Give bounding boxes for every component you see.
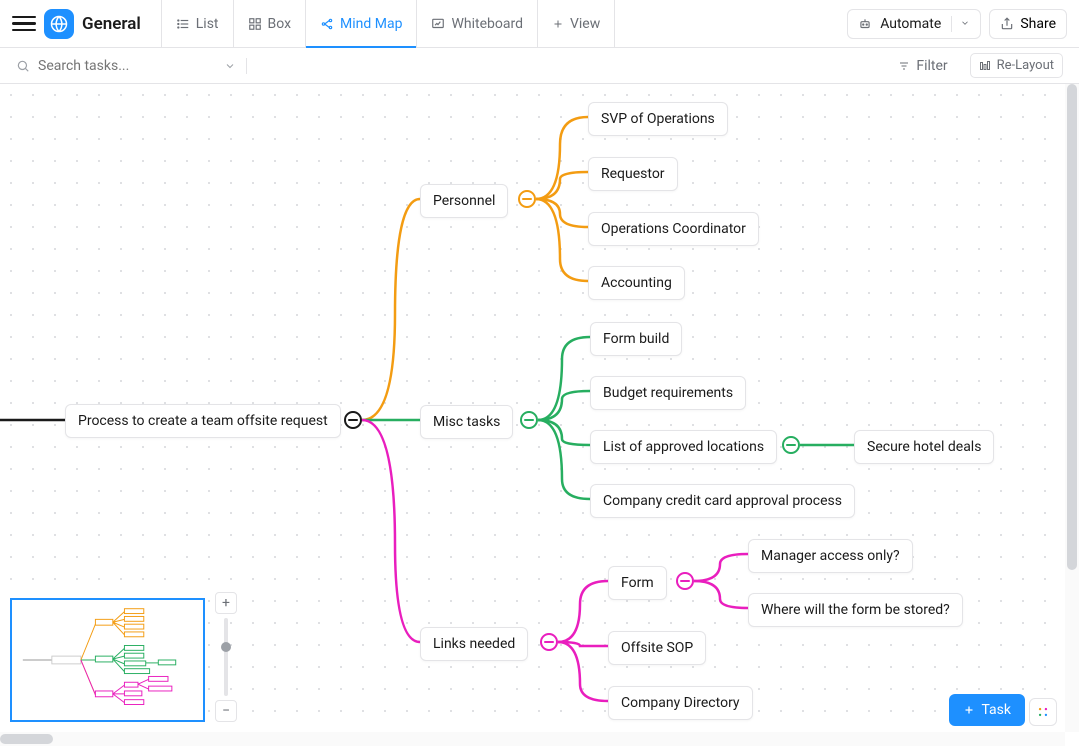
node-form-stored[interactable]: Where will the form be stored? [748, 593, 963, 627]
task-label: Task [981, 702, 1011, 718]
node-manager-access[interactable]: Manager access only? [748, 539, 913, 573]
zoom-controls: + − [215, 592, 237, 722]
search-box[interactable] [16, 58, 247, 74]
node-cc-approval[interactable]: Company credit card approval process [590, 484, 855, 518]
chevron-down-icon[interactable] [224, 60, 236, 72]
tab-whiteboard[interactable]: Whiteboard [417, 0, 538, 47]
sub-bar: Filter Re-Layout [0, 48, 1079, 84]
search-input[interactable] [38, 58, 216, 74]
tab-mindmap-label: Mind Map [340, 16, 402, 32]
connector-links[interactable] [540, 633, 558, 651]
tab-whiteboard-label: Whiteboard [451, 16, 523, 32]
workspace-icon[interactable] [44, 9, 74, 39]
zoom-out-button[interactable]: − [215, 700, 237, 722]
connector-form[interactable] [676, 572, 694, 590]
tab-add-view[interactable]: View [538, 0, 615, 47]
vertical-scrollbar[interactable] [1065, 84, 1079, 732]
tab-box-label: Box [268, 16, 292, 32]
apps-button[interactable] [1029, 698, 1057, 726]
node-misc[interactable]: Misc tasks [420, 405, 513, 439]
relayout-label: Re-Layout [997, 58, 1054, 73]
node-root[interactable]: Process to create a team offsite request [65, 404, 341, 438]
tab-mindmap[interactable]: Mind Map [306, 0, 417, 47]
mindmap-canvas[interactable]: Process to create a team offsite request… [0, 84, 1065, 746]
tab-box[interactable]: Box [234, 0, 307, 47]
filter-label: Filter [916, 58, 947, 74]
node-requestor[interactable]: Requestor [588, 157, 678, 191]
top-bar: General List Box Mind Map Whiteboard Vie… [0, 0, 1079, 48]
zoom-slider[interactable] [224, 618, 228, 696]
tab-view-label: View [570, 16, 600, 32]
view-tabs: List Box Mind Map Whiteboard View [161, 0, 615, 47]
node-accounting[interactable]: Accounting [588, 266, 685, 300]
automate-button[interactable]: Automate [847, 9, 981, 39]
zoom-handle[interactable] [221, 642, 231, 652]
automate-label: Automate [880, 16, 941, 32]
node-company-dir[interactable]: Company Directory [608, 686, 753, 720]
chevron-down-icon[interactable] [951, 16, 970, 32]
connector-misc[interactable] [520, 411, 538, 429]
share-label: Share [1020, 16, 1056, 32]
connector-root[interactable] [344, 411, 362, 429]
node-links[interactable]: Links needed [420, 627, 528, 661]
relayout-button[interactable]: Re-Layout [970, 53, 1063, 78]
node-svp[interactable]: SVP of Operations [588, 102, 728, 136]
tab-list-label: List [196, 16, 219, 32]
connector-personnel[interactable] [518, 190, 536, 208]
add-task-button[interactable]: Task [949, 694, 1025, 726]
node-personnel[interactable]: Personnel [420, 184, 508, 218]
horizontal-scrollbar[interactable] [0, 732, 1065, 746]
search-icon [16, 59, 30, 73]
workspace-title[interactable]: General [82, 14, 141, 34]
node-budget[interactable]: Budget requirements [590, 376, 746, 410]
share-button[interactable]: Share [989, 9, 1067, 39]
node-form[interactable]: Form [608, 566, 667, 600]
filter-button[interactable]: Filter [898, 58, 947, 74]
node-offsite-sop[interactable]: Offsite SOP [608, 631, 706, 665]
node-ops-coord[interactable]: Operations Coordinator [588, 212, 759, 246]
node-hotel-deals[interactable]: Secure hotel deals [854, 430, 994, 464]
tab-list[interactable]: List [162, 0, 234, 47]
node-form-build[interactable]: Form build [590, 322, 682, 356]
zoom-in-button[interactable]: + [215, 592, 237, 614]
node-locations[interactable]: List of approved locations [590, 430, 777, 464]
minimap[interactable] [10, 598, 205, 722]
menu-icon[interactable] [12, 12, 36, 36]
connector-locations[interactable] [782, 436, 800, 454]
